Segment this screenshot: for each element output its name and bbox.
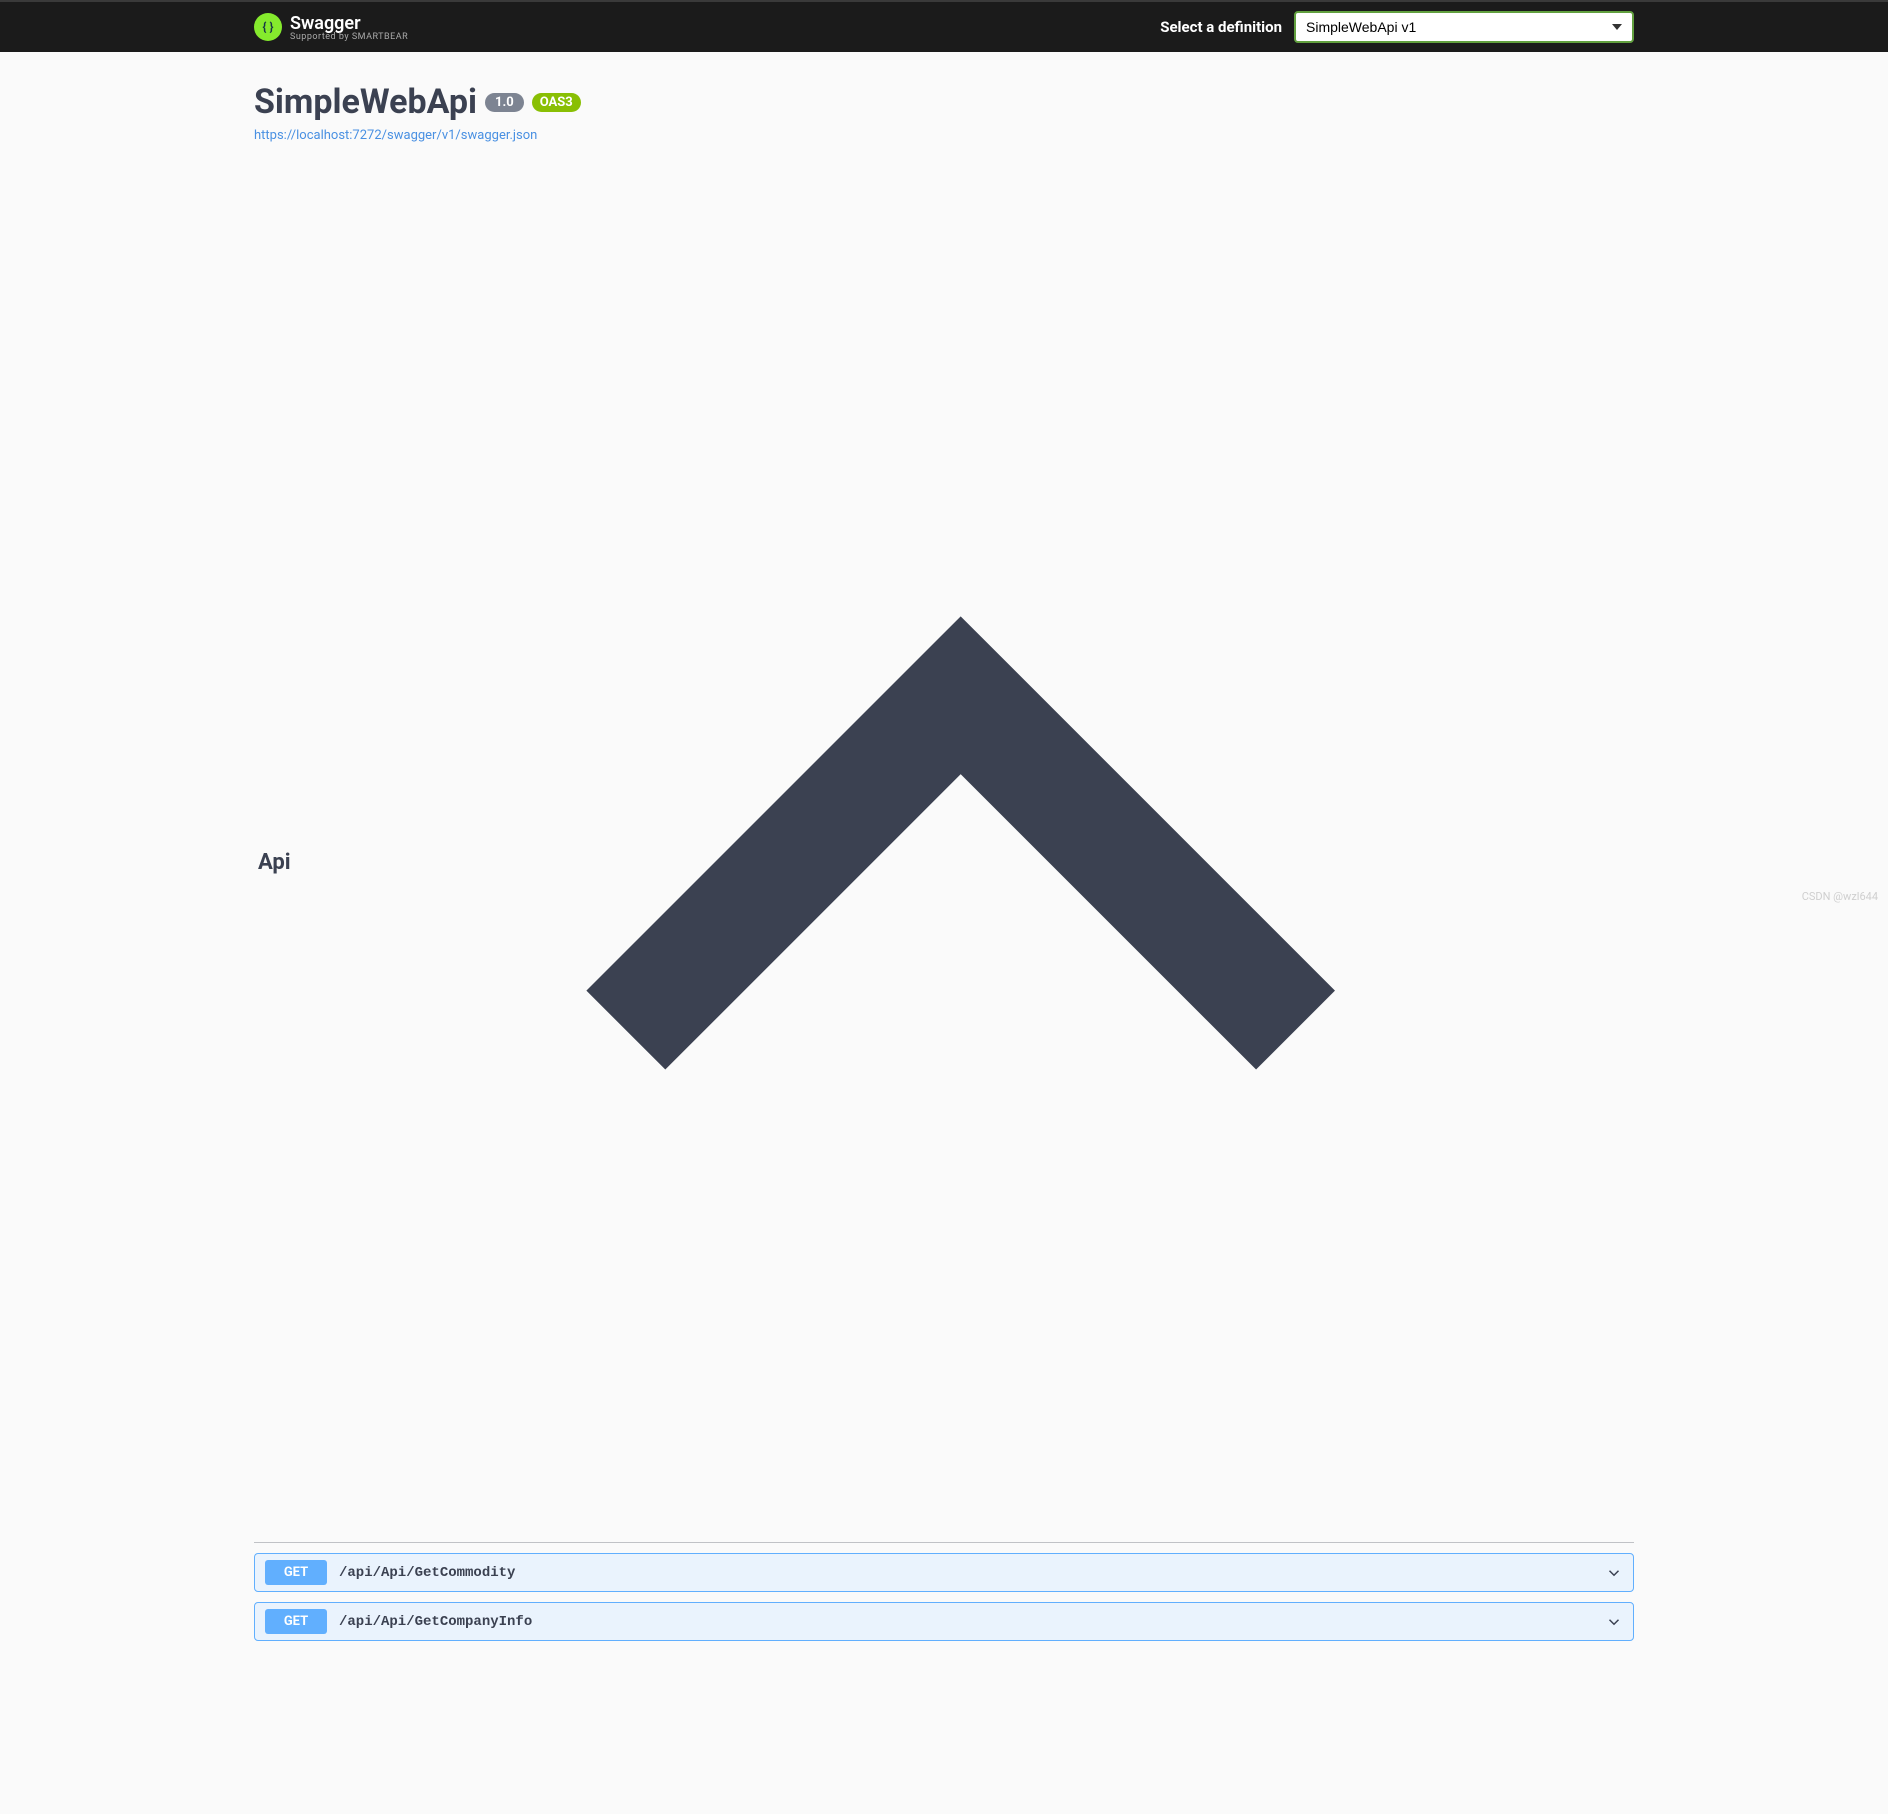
api-title: SimpleWebApi	[254, 82, 477, 122]
definition-selector: Select a definition SimpleWebApi v1	[1160, 11, 1634, 43]
brand-name: Swagger	[290, 13, 408, 34]
spec-url-link[interactable]: https://localhost:7272/swagger/v1/swagge…	[254, 128, 537, 143]
tag-name: Api	[258, 850, 291, 875]
brand-subtext: Supported by SMARTBEAR	[290, 32, 408, 42]
version-badge: 1.0	[485, 93, 524, 112]
tag-section-api: Api GET /api/Api/GetCommodity GET /api/A…	[254, 183, 1634, 1641]
chevron-up-icon	[291, 193, 1630, 1532]
definition-label: Select a definition	[1160, 18, 1282, 36]
operation-path: /api/Api/GetCompanyInfo	[339, 1614, 1605, 1630]
method-badge: GET	[265, 1560, 327, 1585]
method-badge: GET	[265, 1609, 327, 1634]
tag-header-weatherforecast[interactable]: WeatherForecast	[254, 1665, 1634, 1814]
topbar: { } Swagger Supported by SMARTBEAR Selec…	[0, 0, 1888, 52]
definition-select[interactable]: SimpleWebApi v1	[1294, 11, 1634, 43]
logo-text-wrap: Swagger Supported by SMARTBEAR	[290, 13, 408, 42]
topbar-inner: { } Swagger Supported by SMARTBEAR Selec…	[214, 11, 1674, 43]
swagger-logo-icon: { }	[254, 13, 282, 41]
chevron-up-icon	[426, 1675, 1630, 1814]
title-row: SimpleWebApi 1.0 OAS3	[254, 82, 1634, 122]
tag-section-weatherforecast: WeatherForecast GET /WeatherForecast	[254, 1665, 1634, 1814]
tag-header-api[interactable]: Api	[254, 183, 1634, 1543]
main-container: SimpleWebApi 1.0 OAS3 https://localhost:…	[214, 52, 1674, 1814]
operation-get-companyinfo[interactable]: GET /api/Api/GetCompanyInfo	[254, 1602, 1634, 1641]
oas-badge: OAS3	[532, 93, 581, 112]
logo[interactable]: { } Swagger Supported by SMARTBEAR	[254, 13, 408, 42]
definition-select-wrap: SimpleWebApi v1	[1294, 11, 1634, 43]
operation-get-commodity[interactable]: GET /api/Api/GetCommodity	[254, 1553, 1634, 1592]
chevron-down-icon	[1605, 1613, 1623, 1631]
operation-path: /api/Api/GetCommodity	[339, 1565, 1605, 1581]
chevron-down-icon	[1605, 1564, 1623, 1582]
watermark: CSDN @wzl644	[1802, 890, 1878, 903]
